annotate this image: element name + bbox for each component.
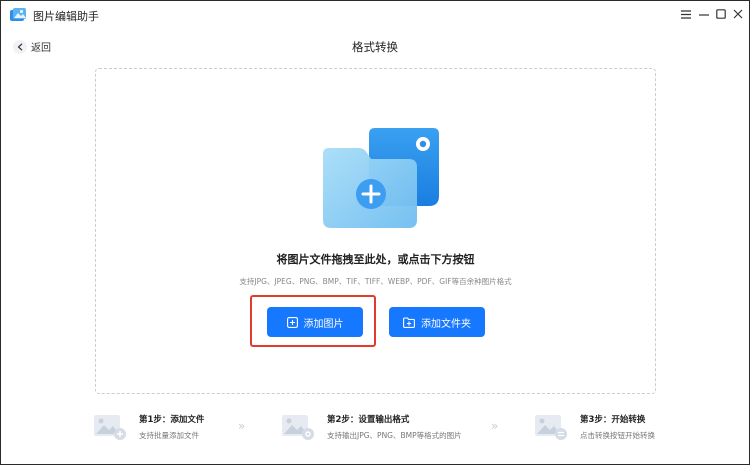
folder-add-illustration: [323, 128, 439, 228]
minimize-icon[interactable]: [695, 5, 713, 23]
app-window: 图片编辑助手 返回 格式转换 将图片文件拖拽至此处，或点击下方按钮 支持JPG、…: [0, 0, 750, 465]
step-2: 第2步：设置输出格式 支持输出JPG、PNG、BMP等格式的图片: [281, 411, 481, 443]
step-2-desc: 支持输出JPG、PNG、BMP等格式的图片: [327, 431, 462, 440]
step-1-desc: 支持批量添加文件: [139, 431, 199, 440]
image-add-icon: [94, 415, 126, 440]
add-folder-button[interactable]: 添加文件夹: [389, 307, 485, 337]
step-3-desc: 点击转换按钮开始转换: [580, 431, 655, 440]
title-bar: 图片编辑助手: [1, 1, 749, 29]
step-2-title: 第2步：设置输出格式: [327, 415, 410, 425]
app-logo-icon: [10, 8, 26, 21]
plus-square-icon: [286, 316, 298, 328]
double-chevron-right-icon: »: [491, 419, 499, 433]
image-settings-icon: [282, 415, 314, 440]
file-drop-zone[interactable]: 将图片文件拖拽至此处，或点击下方按钮 支持JPG、JPEG、PNG、BMP、TI…: [95, 68, 656, 394]
close-icon[interactable]: [729, 5, 747, 23]
double-chevron-right-icon: »: [238, 419, 246, 433]
step-1: 第1步：添加文件 支持批量添加文件: [93, 411, 233, 443]
add-folder-label: 添加文件夹: [421, 318, 471, 330]
maximize-icon[interactable]: [712, 5, 730, 23]
app-title: 图片编辑助手: [33, 10, 99, 23]
folder-plus-icon: [403, 316, 415, 328]
supported-formats-text: 支持JPG、JPEG、PNG、BMP、TIF、TIFF、WEBP、PDF、GIF…: [239, 277, 512, 286]
add-image-button[interactable]: 添加图片: [267, 307, 363, 337]
add-image-label: 添加图片: [303, 318, 344, 330]
image-convert-icon: [535, 415, 567, 440]
step-3: 第3步：开始转换 点击转换按钮开始转换: [534, 411, 674, 443]
step-3-title: 第3步：开始转换: [580, 415, 646, 425]
drop-zone-title: 将图片文件拖拽至此处，或点击下方按钮: [276, 253, 475, 266]
step-1-title: 第1步：添加文件: [139, 415, 205, 425]
menu-icon[interactable]: [677, 5, 695, 23]
page-title: 格式转换: [352, 40, 398, 54]
